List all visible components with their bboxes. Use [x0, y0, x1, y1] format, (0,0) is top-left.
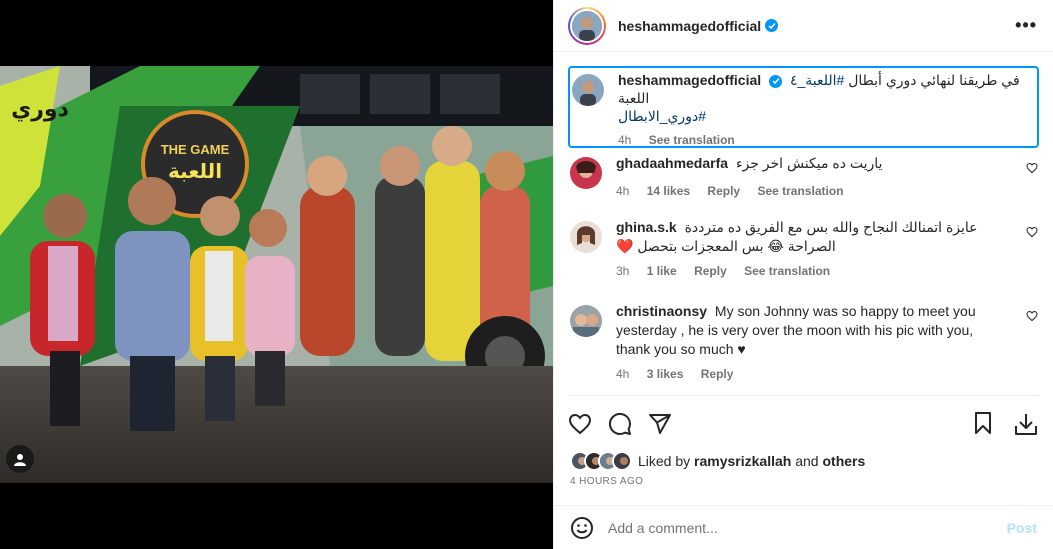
comment-username[interactable]: christinaonsy: [616, 303, 707, 319]
action-bar: [568, 395, 1039, 445]
comment-item: ghina.s.k عايزة اتمنالك النجاح والله بس …: [568, 218, 1039, 280]
see-translation-button[interactable]: See translation: [757, 184, 843, 198]
caption: heshammagedofficial #اللعبة_٤ في طريقنا …: [568, 66, 1039, 148]
comment-text: ياريت ده ميكنش اخر جزء: [735, 155, 883, 171]
commenter-avatar[interactable]: [570, 305, 602, 337]
post-side-panel: heshammagedofficial ••• heshammagedoffic…: [553, 0, 1053, 549]
comment-likes[interactable]: 14 likes: [647, 184, 690, 198]
caption-username[interactable]: heshammagedofficial: [618, 72, 761, 88]
emoji-icon[interactable]: [570, 516, 594, 540]
comment-like-heart-icon[interactable]: [1025, 162, 1039, 174]
caption-time[interactable]: 4h: [618, 133, 631, 147]
post-comment-button[interactable]: Post: [1007, 520, 1037, 536]
see-translation-button[interactable]: See translation: [649, 133, 735, 147]
reply-button[interactable]: Reply: [694, 264, 727, 278]
likes-and: and: [795, 453, 819, 469]
logo-arabic-text: اللعبة: [168, 159, 222, 183]
user-tag-icon[interactable]: [6, 445, 34, 473]
see-translation-button[interactable]: See translation: [744, 264, 830, 278]
logo-english-text: THE GAME: [161, 142, 230, 157]
share-icon[interactable]: [648, 412, 672, 436]
post-header: heshammagedofficial •••: [554, 0, 1053, 52]
bus-text: دوري: [11, 97, 69, 122]
verified-badge-icon: [765, 19, 779, 32]
comment-time[interactable]: 3h: [616, 264, 629, 278]
more-options-icon[interactable]: •••: [1015, 15, 1037, 36]
comment-like-heart-icon[interactable]: [1025, 226, 1039, 238]
likes-username[interactable]: ramysrizkallah: [694, 453, 791, 469]
comment-username[interactable]: ghina.s.k: [616, 219, 677, 235]
commenter-avatar[interactable]: [570, 157, 602, 189]
instagram-post: THE GAME اللعبة دوري heshammagedofficial…: [0, 0, 1053, 549]
comment-item: christinaonsy My son Johnny was so happy…: [568, 302, 1039, 383]
comments-list: heshammagedofficial #اللعبة_٤ في طريقنا …: [568, 66, 1039, 381]
caption-hashtag[interactable]: #دوري_الابطال: [618, 108, 706, 124]
comment-icon[interactable]: [608, 412, 632, 436]
commenter-avatar[interactable]: [570, 221, 602, 253]
heart-icon[interactable]: [568, 412, 592, 436]
add-comment-bar: Post: [554, 505, 1053, 549]
likes-others[interactable]: others: [822, 453, 865, 469]
comment-likes[interactable]: 1 like: [647, 264, 677, 278]
verified-badge-icon: [769, 74, 783, 88]
author-avatar[interactable]: [568, 6, 606, 45]
comment-time[interactable]: 4h: [616, 184, 629, 198]
caption-hashtag[interactable]: #اللعبة_٤: [790, 72, 844, 88]
likes-prefix: Liked by: [638, 453, 691, 469]
bookmark-icon[interactable]: [971, 411, 995, 435]
liker-avatar[interactable]: [612, 451, 632, 471]
comment-time[interactable]: 4h: [616, 367, 629, 381]
download-icon[interactable]: [1013, 411, 1039, 437]
post-photo[interactable]: THE GAME اللعبة دوري: [0, 66, 553, 483]
reply-button[interactable]: Reply: [701, 367, 734, 381]
caption-avatar[interactable]: [572, 74, 604, 106]
add-comment-input[interactable]: [608, 519, 1007, 536]
likes-summary: Liked by ramysrizkallah and others: [570, 451, 865, 471]
comment-likes[interactable]: 3 likes: [647, 367, 684, 381]
reply-button[interactable]: Reply: [707, 184, 740, 198]
post-timestamp[interactable]: 4 HOURS AGO: [570, 476, 643, 487]
comment-like-heart-icon[interactable]: [1025, 310, 1039, 322]
comment-username[interactable]: ghadaahmedarfa: [616, 155, 728, 171]
author-username[interactable]: heshammagedofficial: [618, 18, 761, 34]
comment-item: ghadaahmedarfa ياريت ده ميكنش اخر جزء 4h…: [568, 154, 1039, 200]
post-media: THE GAME اللعبة دوري: [0, 0, 553, 549]
bus-group-photo: THE GAME اللعبة دوري: [0, 66, 553, 483]
